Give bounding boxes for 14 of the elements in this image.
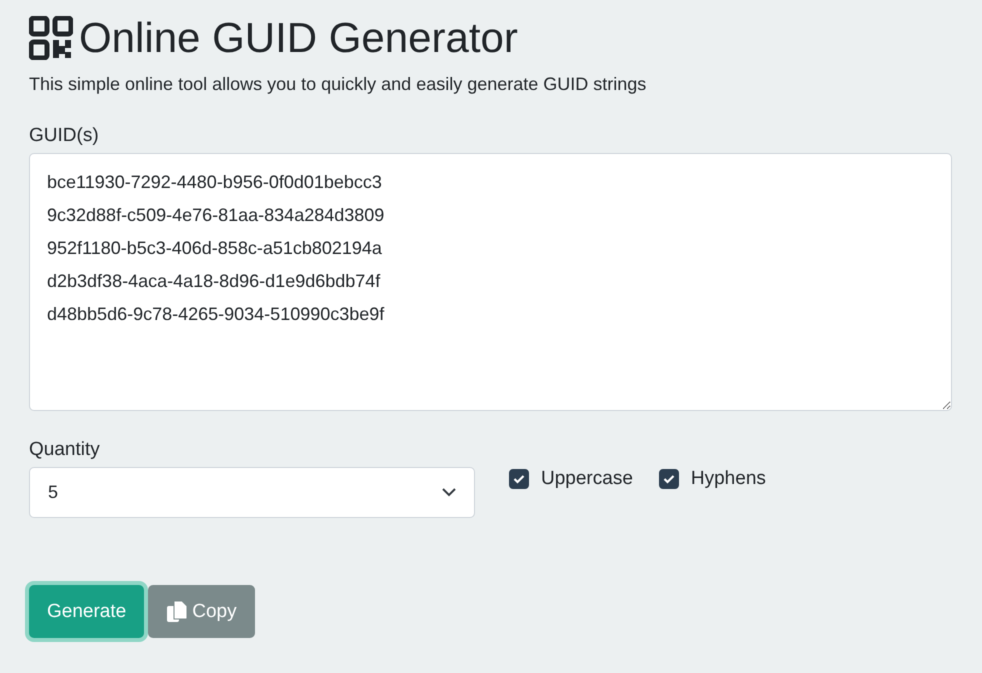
field-label: Quantity bbox=[29, 439, 101, 461]
option-checkbox[interactable]: Hyphens bbox=[658, 439, 766, 518]
qr-code-icon bbox=[29, 16, 73, 60]
copy-button[interactable]: Copy bbox=[148, 585, 255, 638]
guid-textarea[interactable]: bce11930-7292-4480-b956-0f0d01bebcc3 9c32d88f-c509-4e76-81aa-834a284d3809 952f1180-b5c3-406d-858c-a51cb802194a d2b3df38-4aca-4a18-8d96-d1e9d6bdb74f d48bb5d6-9c78-4265-9034-510990c3be9f bbox=[29, 153, 952, 411]
checkmark-icon bbox=[662, 474, 675, 484]
copy-icon bbox=[166, 600, 188, 624]
chevron-down-icon bbox=[442, 488, 456, 497]
page-title: Online GUID Generator bbox=[79, 14, 518, 62]
checkmark-icon bbox=[513, 474, 525, 484]
quantity-select[interactable]: 5 bbox=[29, 467, 475, 518]
description-text: This simple online tool allows you to quickly and easily generate GUID strings bbox=[29, 74, 648, 95]
option-checkbox[interactable]: Uppercase bbox=[509, 439, 633, 518]
field-label: GUID(s) bbox=[29, 125, 100, 147]
